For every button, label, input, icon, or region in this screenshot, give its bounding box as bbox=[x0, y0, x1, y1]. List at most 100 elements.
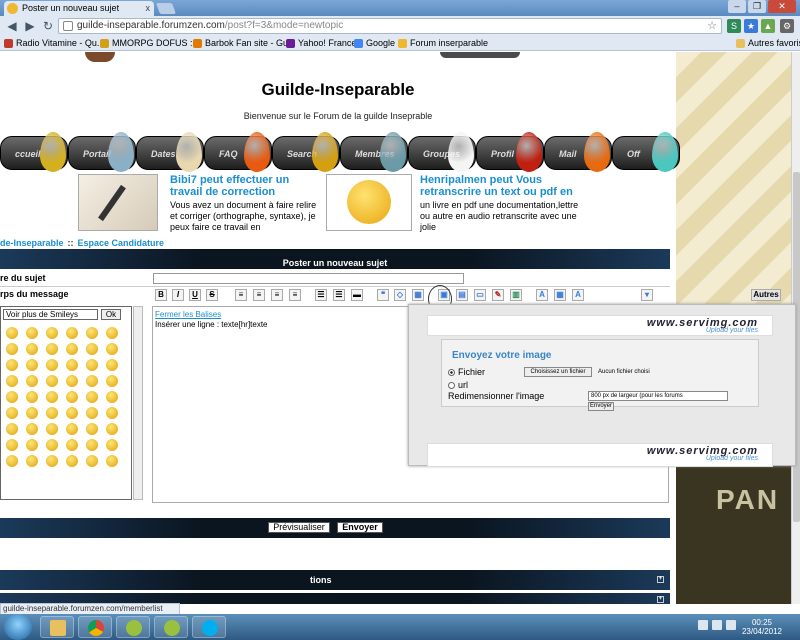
extension-icon[interactable]: S bbox=[727, 19, 741, 33]
flash-icon[interactable]: ✎ bbox=[492, 289, 504, 301]
ad-title[interactable]: Bibi7 peut effectuer un travail de corre… bbox=[170, 174, 320, 198]
breadcrumb-forum-link[interactable]: de-Inseparable bbox=[0, 238, 64, 248]
extension-icon[interactable]: ★ bbox=[744, 19, 758, 33]
bookmark-item[interactable]: MMORPG DOFUS ::... bbox=[100, 37, 203, 50]
taskbar-chrome[interactable] bbox=[78, 616, 112, 638]
breadcrumb-section-link[interactable]: Espace Candidature bbox=[78, 238, 165, 248]
smiley-icon[interactable] bbox=[26, 343, 38, 355]
smiley-icon[interactable] bbox=[26, 407, 38, 419]
smiley-icon[interactable] bbox=[106, 407, 118, 419]
smiley-icon[interactable] bbox=[26, 375, 38, 387]
color-icon[interactable]: ▦ bbox=[554, 289, 566, 301]
close-tags-link[interactable]: Fermer les Balises bbox=[155, 310, 221, 319]
hr-icon[interactable]: ▬ bbox=[351, 289, 363, 301]
smiley-icon[interactable] bbox=[106, 455, 118, 467]
smiley-icon[interactable] bbox=[26, 423, 38, 435]
taskbar-dofus[interactable] bbox=[116, 616, 150, 638]
tab-active[interactable]: Poster un nouveau sujet x bbox=[4, 1, 154, 16]
taskbar-skype[interactable] bbox=[192, 616, 226, 638]
smiley-icon[interactable] bbox=[46, 455, 58, 467]
smiley-icon[interactable] bbox=[106, 375, 118, 387]
bookmark-item[interactable]: Radio Vitamine - Qu... bbox=[4, 37, 104, 50]
flag-icon[interactable] bbox=[698, 620, 708, 630]
minimize-button[interactable]: – bbox=[728, 0, 746, 13]
smiley-icon[interactable] bbox=[66, 439, 78, 451]
smiley-icon[interactable] bbox=[46, 391, 58, 403]
smiley-icon[interactable] bbox=[46, 343, 58, 355]
link-icon[interactable]: ▭ bbox=[474, 289, 486, 301]
smiley-icon[interactable] bbox=[6, 439, 18, 451]
ad-title[interactable]: Henripalmen peut Vous retranscrire un te… bbox=[420, 174, 590, 198]
bold-button[interactable]: B bbox=[155, 289, 167, 301]
smiley-select[interactable]: Voir plus de Smileys bbox=[3, 309, 98, 320]
smiley-icon[interactable] bbox=[46, 327, 58, 339]
smiley-icon[interactable] bbox=[86, 423, 98, 435]
align-right-icon[interactable]: ≡ bbox=[271, 289, 283, 301]
smiley-icon[interactable] bbox=[6, 407, 18, 419]
code-icon[interactable]: ◇ bbox=[394, 289, 406, 301]
smiley-icon[interactable] bbox=[106, 439, 118, 451]
servimg-send-button[interactable]: Envoyer bbox=[588, 402, 614, 411]
smiley-icon[interactable] bbox=[26, 439, 38, 451]
smiley-icon[interactable] bbox=[106, 359, 118, 371]
smiley-icon[interactable] bbox=[86, 343, 98, 355]
smiley-icon[interactable] bbox=[66, 327, 78, 339]
underline-button[interactable]: U bbox=[189, 289, 201, 301]
radio-url[interactable] bbox=[448, 382, 455, 390]
smiley-icon[interactable] bbox=[46, 439, 58, 451]
autres-button[interactable]: Autres bbox=[751, 289, 781, 301]
forward-arrow-icon[interactable]: ▶ bbox=[22, 18, 38, 34]
smiley-icon[interactable] bbox=[26, 391, 38, 403]
new-tab-button[interactable] bbox=[155, 3, 177, 14]
smiley-icon[interactable] bbox=[86, 407, 98, 419]
ad-image-pen[interactable] bbox=[78, 174, 158, 231]
android-icon[interactable]: ▲ bbox=[761, 19, 775, 33]
smiley-icon[interactable] bbox=[66, 423, 78, 435]
maximize-button[interactable]: ❐ bbox=[748, 0, 766, 13]
bookmark-item[interactable]: Google bbox=[354, 37, 395, 50]
send-button[interactable]: Envoyer bbox=[337, 522, 383, 533]
smiley-icon[interactable] bbox=[86, 439, 98, 451]
taskbar-explorer[interactable] bbox=[40, 616, 74, 638]
smiley-icon[interactable] bbox=[6, 423, 18, 435]
option-file[interactable]: Fichier bbox=[448, 367, 485, 377]
bookmark-item[interactable]: Yahoo! France bbox=[286, 37, 356, 50]
smiley-icon[interactable] bbox=[6, 327, 18, 339]
clock[interactable]: 00:25 23/04/2012 bbox=[742, 618, 782, 636]
align-center-icon[interactable]: ≡ bbox=[253, 289, 265, 301]
upload-image-icon[interactable]: ▤ bbox=[456, 289, 468, 301]
other-bookmarks[interactable]: Autres favoris bbox=[736, 37, 800, 50]
number-list-icon[interactable]: ☰ bbox=[333, 289, 345, 301]
smiley-icon[interactable] bbox=[26, 359, 38, 371]
close-window-button[interactable]: ✕ bbox=[768, 0, 796, 13]
address-bar[interactable]: guilde-inseparable.forumzen.com/post?f=3… bbox=[58, 18, 722, 34]
bullet-list-icon[interactable]: ☰ bbox=[315, 289, 327, 301]
font-icon[interactable]: A bbox=[572, 289, 584, 301]
smiley-icon[interactable] bbox=[86, 455, 98, 467]
option-url[interactable]: url bbox=[448, 380, 468, 390]
align-left-icon[interactable]: ≡ bbox=[235, 289, 247, 301]
back-arrow-icon[interactable]: ◀ bbox=[4, 18, 20, 34]
smiley-icon[interactable] bbox=[106, 423, 118, 435]
strike-button[interactable]: S bbox=[206, 289, 218, 301]
smiley-icon[interactable] bbox=[86, 391, 98, 403]
volume-icon[interactable] bbox=[726, 620, 736, 630]
smiley-icon[interactable] bbox=[86, 375, 98, 387]
smiley-icon[interactable] bbox=[106, 391, 118, 403]
smiley-icon[interactable] bbox=[86, 327, 98, 339]
smiley-ok-button[interactable]: Ok bbox=[101, 309, 121, 320]
font-size-icon[interactable]: A bbox=[536, 289, 548, 301]
expand-icon[interactable]: + bbox=[657, 576, 664, 583]
start-button[interactable] bbox=[4, 614, 32, 640]
reload-icon[interactable]: ↻ bbox=[40, 18, 56, 34]
justify-icon[interactable]: ≡ bbox=[289, 289, 301, 301]
bookmark-star-icon[interactable]: ☆ bbox=[707, 19, 717, 33]
smiley-icon[interactable] bbox=[46, 423, 58, 435]
smiley-icon[interactable] bbox=[66, 455, 78, 467]
smiley-icon[interactable] bbox=[66, 375, 78, 387]
smiley-icon[interactable] bbox=[6, 359, 18, 371]
smiley-icon[interactable] bbox=[66, 391, 78, 403]
wrench-icon[interactable]: ⚙ bbox=[780, 19, 794, 33]
smiley-icon[interactable] bbox=[106, 343, 118, 355]
network-icon[interactable] bbox=[712, 620, 722, 630]
